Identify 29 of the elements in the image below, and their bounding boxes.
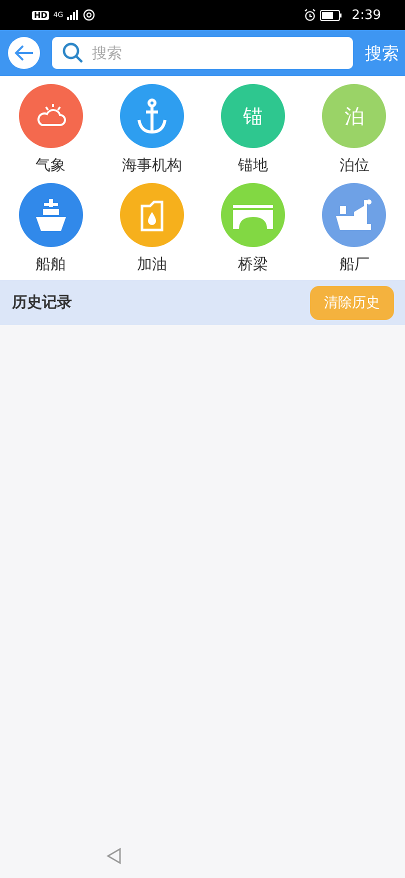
category-button[interactable]: 锚 xyxy=(221,84,286,148)
back-nav-icon[interactable] xyxy=(106,847,122,865)
anchor-icon xyxy=(134,98,169,134)
category-button[interactable]: 泊 xyxy=(322,84,386,148)
glyph-icon: 锚 xyxy=(243,102,264,130)
shipyard-icon xyxy=(334,198,374,232)
category-label: 泊位 xyxy=(339,156,370,175)
category-label: 加油 xyxy=(136,255,167,274)
category-label: 锚地 xyxy=(238,156,268,175)
ship-icon xyxy=(34,197,68,233)
search-button[interactable]: 搜索 xyxy=(365,42,399,64)
category-label: 海事机构 xyxy=(122,156,182,175)
search-field[interactable]: 搜索 xyxy=(52,37,353,69)
arrow-left-icon xyxy=(13,44,35,62)
category-label: 桥梁 xyxy=(238,255,268,274)
category-label: 船舶 xyxy=(36,255,66,274)
category-label: 船厂 xyxy=(339,255,370,274)
oil-can-icon xyxy=(138,198,165,232)
alarm-icon xyxy=(304,9,316,21)
clear-history-button[interactable]: 清除历史 xyxy=(310,286,394,320)
hd-badge: HD xyxy=(32,10,50,20)
signal-icon xyxy=(67,10,80,20)
history-title: 历史记录 xyxy=(12,293,72,312)
hotspot-icon xyxy=(83,9,96,21)
glyph-icon: 泊 xyxy=(344,102,364,130)
battery-icon xyxy=(320,10,342,20)
back-button[interactable] xyxy=(8,37,40,69)
category-label: 气象 xyxy=(36,156,66,175)
status-time: 2:39 xyxy=(352,8,381,22)
